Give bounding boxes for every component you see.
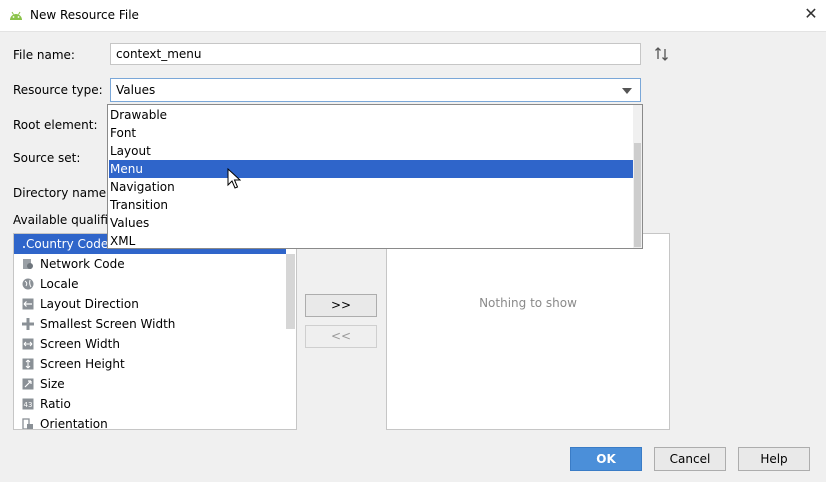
dropdown-option-transition[interactable]: Transition bbox=[109, 196, 634, 214]
mouse-cursor-icon bbox=[227, 168, 241, 189]
available-qualifiers-label: Available qualifier bbox=[13, 213, 107, 227]
resource-type-combobox[interactable]: Values bbox=[110, 78, 641, 102]
dropdown-scrollbar-thumb[interactable] bbox=[634, 143, 641, 247]
empty-state-text: Nothing to show bbox=[479, 296, 577, 310]
size-icon bbox=[22, 378, 34, 390]
dropdown-option-xml[interactable]: XML bbox=[109, 232, 634, 248]
dropdown-scrollbar[interactable] bbox=[633, 105, 642, 248]
list-item-network-code[interactable]: Network Code bbox=[14, 254, 286, 274]
close-icon[interactable]: ✕ bbox=[802, 5, 820, 23]
list-item-ratio[interactable]: 43 Ratio bbox=[14, 394, 286, 414]
resource-type-dropdown[interactable]: Drawable Font Layout Menu Navigation Tra… bbox=[107, 104, 643, 249]
cancel-button[interactable]: Cancel bbox=[654, 447, 726, 471]
orientation-icon bbox=[22, 418, 33, 429]
dropdown-option-values[interactable]: Values bbox=[109, 214, 634, 232]
window-title: New Resource File bbox=[30, 8, 139, 22]
file-name-label: File name: bbox=[13, 48, 75, 62]
layout-direction-icon bbox=[22, 298, 34, 310]
resource-type-label: Resource type: bbox=[13, 83, 103, 97]
list-item-layout-direction[interactable]: Layout Direction bbox=[14, 294, 286, 314]
list-item-screen-height[interactable]: Screen Height bbox=[14, 354, 286, 374]
svg-text:43: 43 bbox=[24, 401, 33, 409]
smallest-width-icon bbox=[22, 318, 34, 330]
dropdown-option-font[interactable]: Font bbox=[109, 124, 634, 142]
root-element-label: Root element: bbox=[13, 118, 98, 132]
list-item-screen-width[interactable]: Screen Width bbox=[14, 334, 286, 354]
chevron-down-icon[interactable] bbox=[622, 88, 632, 94]
dropdown-option-navigation[interactable]: Navigation bbox=[109, 178, 634, 196]
file-name-input[interactable]: context_menu bbox=[110, 43, 641, 65]
add-qualifier-button[interactable]: >> bbox=[305, 294, 377, 317]
directory-name-label: Directory name: bbox=[13, 186, 111, 200]
available-qualifiers-list[interactable]: Country Code Network Code Locale Layout … bbox=[13, 233, 297, 430]
resource-type-value: Values bbox=[116, 83, 156, 97]
dropdown-option-layout[interactable]: Layout bbox=[109, 142, 634, 160]
qualifiers-scrollbar-thumb[interactable] bbox=[286, 254, 295, 329]
dropdown-option-menu[interactable]: Menu bbox=[109, 160, 634, 178]
list-item-size[interactable]: Size bbox=[14, 374, 286, 394]
chosen-qualifiers-panel: Nothing to show bbox=[386, 233, 670, 430]
sort-arrows-icon bbox=[655, 47, 668, 61]
sort-icon[interactable] bbox=[654, 46, 670, 62]
dropdown-option-drawable[interactable]: Drawable bbox=[109, 106, 634, 124]
list-item-locale[interactable]: Locale bbox=[14, 274, 286, 294]
list-item-orientation[interactable]: Orientation bbox=[14, 414, 286, 429]
ratio-icon: 43 bbox=[22, 398, 34, 410]
help-button[interactable]: Help bbox=[738, 447, 810, 471]
remove-qualifier-button[interactable]: << bbox=[305, 325, 377, 348]
globe-icon bbox=[22, 278, 34, 290]
source-set-label: Source set: bbox=[13, 151, 81, 165]
screen-height-icon bbox=[22, 358, 34, 370]
list-item-smallest-screen-width[interactable]: Smallest Screen Width bbox=[14, 314, 286, 334]
screen-width-icon bbox=[22, 338, 34, 350]
ok-button[interactable]: OK bbox=[570, 447, 642, 471]
network-code-icon bbox=[23, 259, 33, 269]
android-icon bbox=[10, 11, 22, 20]
title-bar: New Resource File ✕ bbox=[0, 0, 826, 32]
